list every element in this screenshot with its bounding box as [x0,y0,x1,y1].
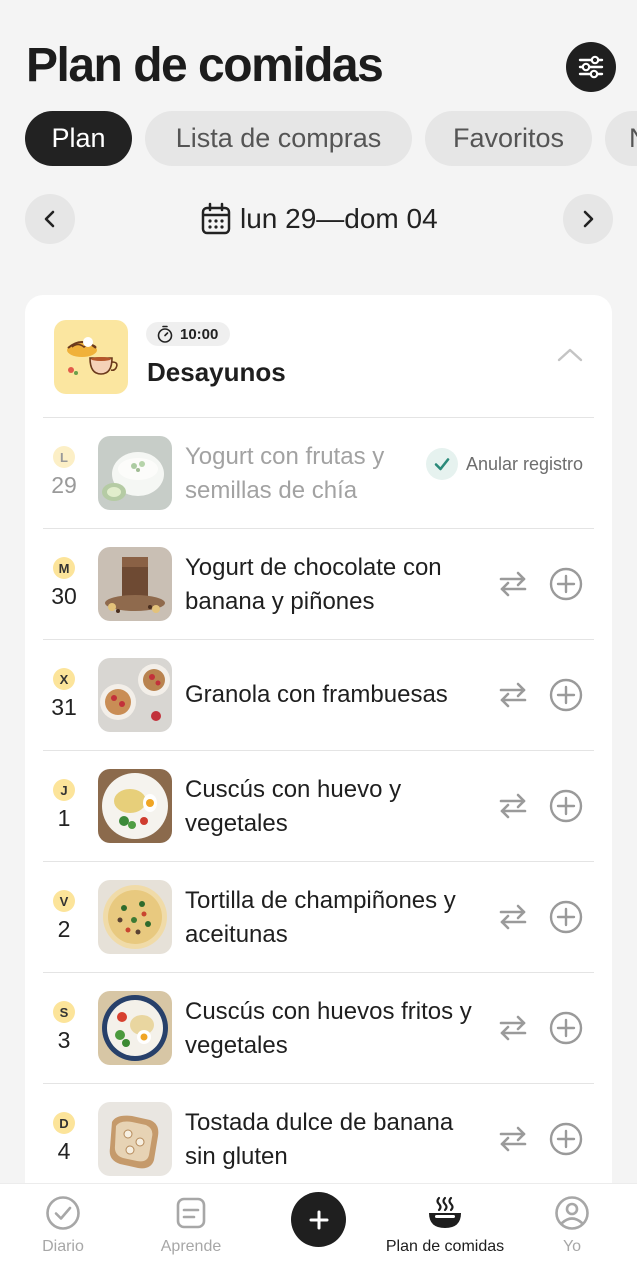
add-circle-icon[interactable] [548,788,584,824]
chevron-left-icon [44,210,55,228]
check-icon [426,448,458,480]
next-week-button[interactable] [563,194,613,244]
add-circle-icon[interactable] [548,899,584,935]
food-photo [98,880,172,954]
meal-plan-list: L 29 Yogurt con frutas y semillas de chí… [43,417,594,1194]
weekday-badge: J [53,779,75,801]
day-number: 2 [57,916,71,942]
tab-more[interactable]: N [605,111,637,166]
food-photo [98,991,172,1065]
day-number: 4 [57,1138,71,1164]
header: Plan de comidas [0,0,637,100]
add-circle-icon[interactable] [548,677,584,713]
food-photo [98,1102,172,1176]
day-number: 29 [51,472,77,498]
weekday-badge: V [53,890,75,912]
swap-icon[interactable] [497,1012,529,1044]
tab-favorites[interactable]: Favoritos [425,111,592,166]
undo-log-button[interactable]: Anular registro [426,448,583,480]
weekday-badge: X [53,668,75,690]
meal-plan-row[interactable]: M 30 Yogurt de chocolate con banana y pi… [43,528,594,639]
filter-button[interactable] [566,42,616,92]
profile-icon [555,1196,589,1230]
breakfast-illustration [54,320,128,394]
add-circle-icon[interactable] [548,566,584,602]
food-photo [98,547,172,621]
chevron-up-icon[interactable] [555,345,585,365]
swap-icon[interactable] [497,901,529,933]
food-photo [98,769,172,843]
tab-bar: Plan Lista de compras Favoritos N [0,111,637,167]
meal-card: 10:00 Desayunos L 29 Yogurt con frutas y… [25,295,612,1195]
plus-icon [309,1210,328,1229]
swap-icon[interactable] [497,1123,529,1155]
meal-plan-row[interactable]: S 3 Cuscús con huevos fritos y vegetales [43,972,594,1083]
nav-label: Aprende [160,1238,222,1255]
food-name: Granola con frambuesas [185,681,448,708]
tab-plan[interactable]: Plan [25,111,132,166]
nav-learn[interactable]: Aprende [116,1184,266,1280]
week-range[interactable]: lun 29—dom 04 [200,199,438,239]
meal-time-badge: 10:00 [146,322,231,346]
previous-week-button[interactable] [25,194,75,244]
meal-name: Desayunos [147,357,286,387]
weekday-badge: M [53,557,75,579]
calendar-icon [201,202,231,235]
food-name: Cuscús con huevo y vegetales [185,776,402,837]
swap-icon[interactable] [497,568,529,600]
chevron-right-icon [583,210,594,228]
day-number: 30 [51,583,77,609]
food-name: Cuscús con huevos fritos y vegetales [185,998,472,1059]
page-title: Plan de comidas [26,39,384,92]
weekday-badge: L [53,446,75,468]
week-range-label: lun 29—dom 04 [240,203,438,234]
meal-time: 10:00 [180,325,219,343]
stopwatch-icon [157,325,173,343]
check-circle-icon [46,1196,80,1230]
undo-log-label: Anular registro [466,453,584,474]
week-navigator: lun 29—dom 04 [0,194,637,244]
meal-plan-row[interactable]: V 2 Tortilla de champiñones y aceitunas [43,861,594,972]
nav-label: Yo [562,1238,582,1255]
meal-plan-row[interactable]: D 4 Tostada dulce de banana sin gluten [43,1083,594,1194]
food-bowl-icon [429,1196,461,1228]
day-number: 31 [51,694,77,720]
food-photo [98,658,172,732]
food-name: Tostada dulce de banana sin gluten [185,1109,454,1170]
weekday-badge: S [53,1001,75,1023]
swap-icon[interactable] [497,679,529,711]
food-name: Tortilla de champiñones y aceitunas [185,887,456,948]
tab-shopping-list[interactable]: Lista de compras [145,111,412,166]
day-number: 3 [57,1027,71,1053]
food-name: Yogurt con frutas y semillas de chía [185,443,385,504]
meal-plan-row[interactable]: L 29 Yogurt con frutas y semillas de chí… [43,417,594,528]
add-circle-icon[interactable] [548,1010,584,1046]
sliders-icon [578,55,604,79]
food-photo [98,436,172,510]
swap-icon[interactable] [497,790,529,822]
add-button[interactable] [291,1192,346,1247]
document-icon [176,1197,206,1229]
weekday-badge: D [53,1112,75,1134]
nav-profile[interactable]: Yo [497,1184,637,1280]
meal-plan-row[interactable]: J 1 Cuscús con huevo y vegetales [43,750,594,861]
add-circle-icon[interactable] [548,1121,584,1157]
meal-plan-row[interactable]: X 31 Granola con frambuesas [43,639,594,750]
food-name: Yogurt de chocolate con banana y piñones [185,554,442,615]
day-number: 1 [57,805,71,831]
